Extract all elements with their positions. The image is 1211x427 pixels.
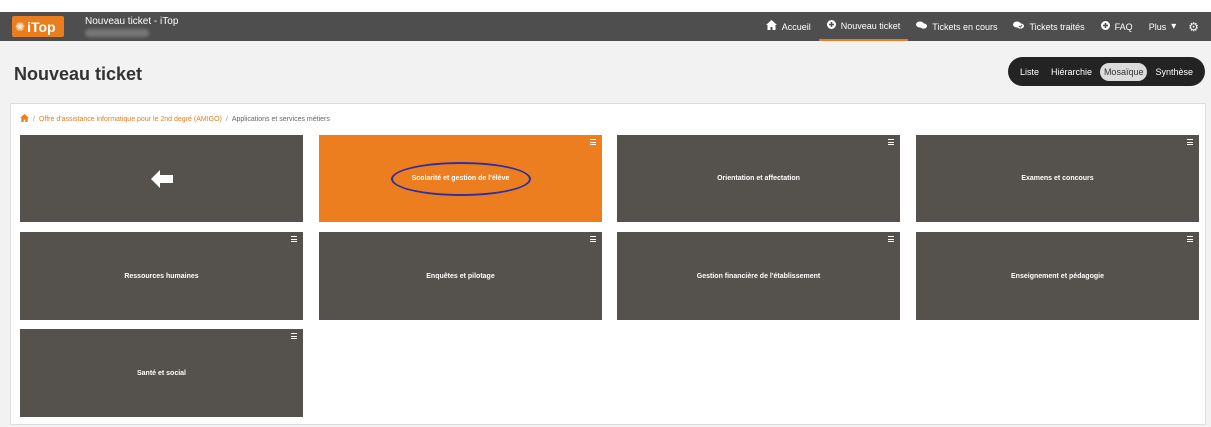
tiles-panel: / Offre d'assistance informatique pour l…: [10, 103, 1206, 425]
comments-check-icon: [1013, 21, 1025, 32]
blurred-user-info: [85, 29, 149, 37]
tile-orientation[interactable]: Orientation et affectation: [617, 135, 900, 222]
nav-item-faq[interactable]: FAQ: [1093, 12, 1141, 41]
view-option-liste[interactable]: Liste: [1016, 63, 1043, 81]
view-option-mosaique[interactable]: Mosaïque: [1099, 62, 1148, 81]
tile-label: Santé et social: [136, 369, 187, 377]
tile-label: Examens et concours: [1021, 175, 1094, 182]
page-title: Nouveau ticket: [14, 64, 143, 84]
top-navbar: ✺ iTop Nouveau ticket - iTop Accueil Nou…: [0, 12, 1211, 41]
nav-label: FAQ: [1114, 21, 1133, 32]
menu-icon[interactable]: [590, 236, 596, 242]
logo-sun-icon: ✺: [15, 19, 26, 34]
question-circle-icon: [1100, 20, 1110, 33]
menu-icon[interactable]: [888, 139, 894, 145]
window-top-strip: [0, 0, 1211, 12]
menu-icon[interactable]: [590, 139, 596, 145]
nav-label: Nouveau ticket: [840, 20, 901, 31]
comments-icon: [916, 21, 928, 32]
tile-label: Enseignement et pédagogie: [1011, 272, 1104, 280]
tile-examens[interactable]: Examens et concours: [916, 135, 1199, 222]
tile-label: Orientation et affectation: [717, 175, 800, 182]
nav-item-tickets-en-cours[interactable]: Tickets en cours: [908, 12, 1005, 41]
view-option-synthese[interactable]: Synthèse: [1151, 63, 1197, 81]
tile-ressources-humaines[interactable]: Ressources humaines: [20, 232, 303, 320]
gears-icon: ⚙: [1188, 19, 1199, 34]
menu-icon[interactable]: [1187, 139, 1193, 145]
tile-gestion-financiere[interactable]: Gestion financière de l'établissement: [617, 232, 900, 320]
tile-enquetes[interactable]: Enquêtes et pilotage: [319, 232, 602, 320]
menu-icon[interactable]: [291, 236, 297, 242]
tile-label: Enquêtes et pilotage: [426, 272, 495, 280]
highlight-ring: [390, 161, 531, 196]
home-icon[interactable]: [20, 114, 29, 124]
nav-item-nouveau-ticket[interactable]: Nouveau ticket: [818, 12, 909, 41]
settings-button[interactable]: ⚙: [1184, 12, 1211, 41]
nav-label: Tickets en cours: [932, 21, 998, 32]
nav-menu: Accueil Nouveau ticket Tickets en cours …: [758, 12, 1211, 41]
back-tile[interactable]: [20, 135, 303, 222]
menu-icon[interactable]: [291, 333, 297, 339]
menu-icon[interactable]: [1187, 236, 1193, 242]
nav-label: Plus: [1148, 21, 1167, 32]
breadcrumb-current: Applications et services métiers: [231, 115, 330, 123]
nav-item-accueil[interactable]: Accueil: [758, 12, 819, 41]
breadcrumb-link-amigo[interactable]: Offre d'assistance informatique pour le …: [39, 116, 222, 123]
tile-enseignement[interactable]: Enseignement et pédagogie: [916, 232, 1199, 320]
view-option-hierarchie[interactable]: Hiérarchie: [1047, 63, 1096, 81]
tile-sante-social[interactable]: Santé et social: [20, 329, 303, 417]
tile-scolarite[interactable]: Scolarité et gestion de l'élève: [319, 135, 602, 222]
nav-label: Tickets traités: [1029, 21, 1085, 32]
home-icon: [765, 20, 777, 33]
view-switcher: Liste Hiérarchie Mosaïque Synthèse: [1008, 57, 1205, 86]
app-title: Nouveau ticket - iTop: [85, 16, 179, 27]
itop-logo[interactable]: ✺ iTop: [12, 16, 64, 37]
nav-label: Accueil: [781, 21, 811, 32]
logo-text: iTop: [27, 18, 56, 35]
tile-label: Ressources humaines: [124, 272, 199, 280]
nav-item-plus[interactable]: Plus ▾: [1141, 12, 1185, 41]
arrow-left-icon: [150, 169, 173, 188]
breadcrumb-separator: /: [33, 115, 35, 123]
caret-down-icon: ▾: [1171, 20, 1177, 32]
menu-icon[interactable]: [888, 236, 894, 242]
breadcrumb-separator: /: [225, 115, 228, 123]
breadcrumb: / Offre d'assistance informatique pour l…: [20, 114, 330, 124]
tile-label: Gestion financière de l'établissement: [696, 272, 821, 280]
nav-item-tickets-traites[interactable]: Tickets traités: [1005, 12, 1092, 41]
plus-circle-icon: [826, 19, 836, 32]
